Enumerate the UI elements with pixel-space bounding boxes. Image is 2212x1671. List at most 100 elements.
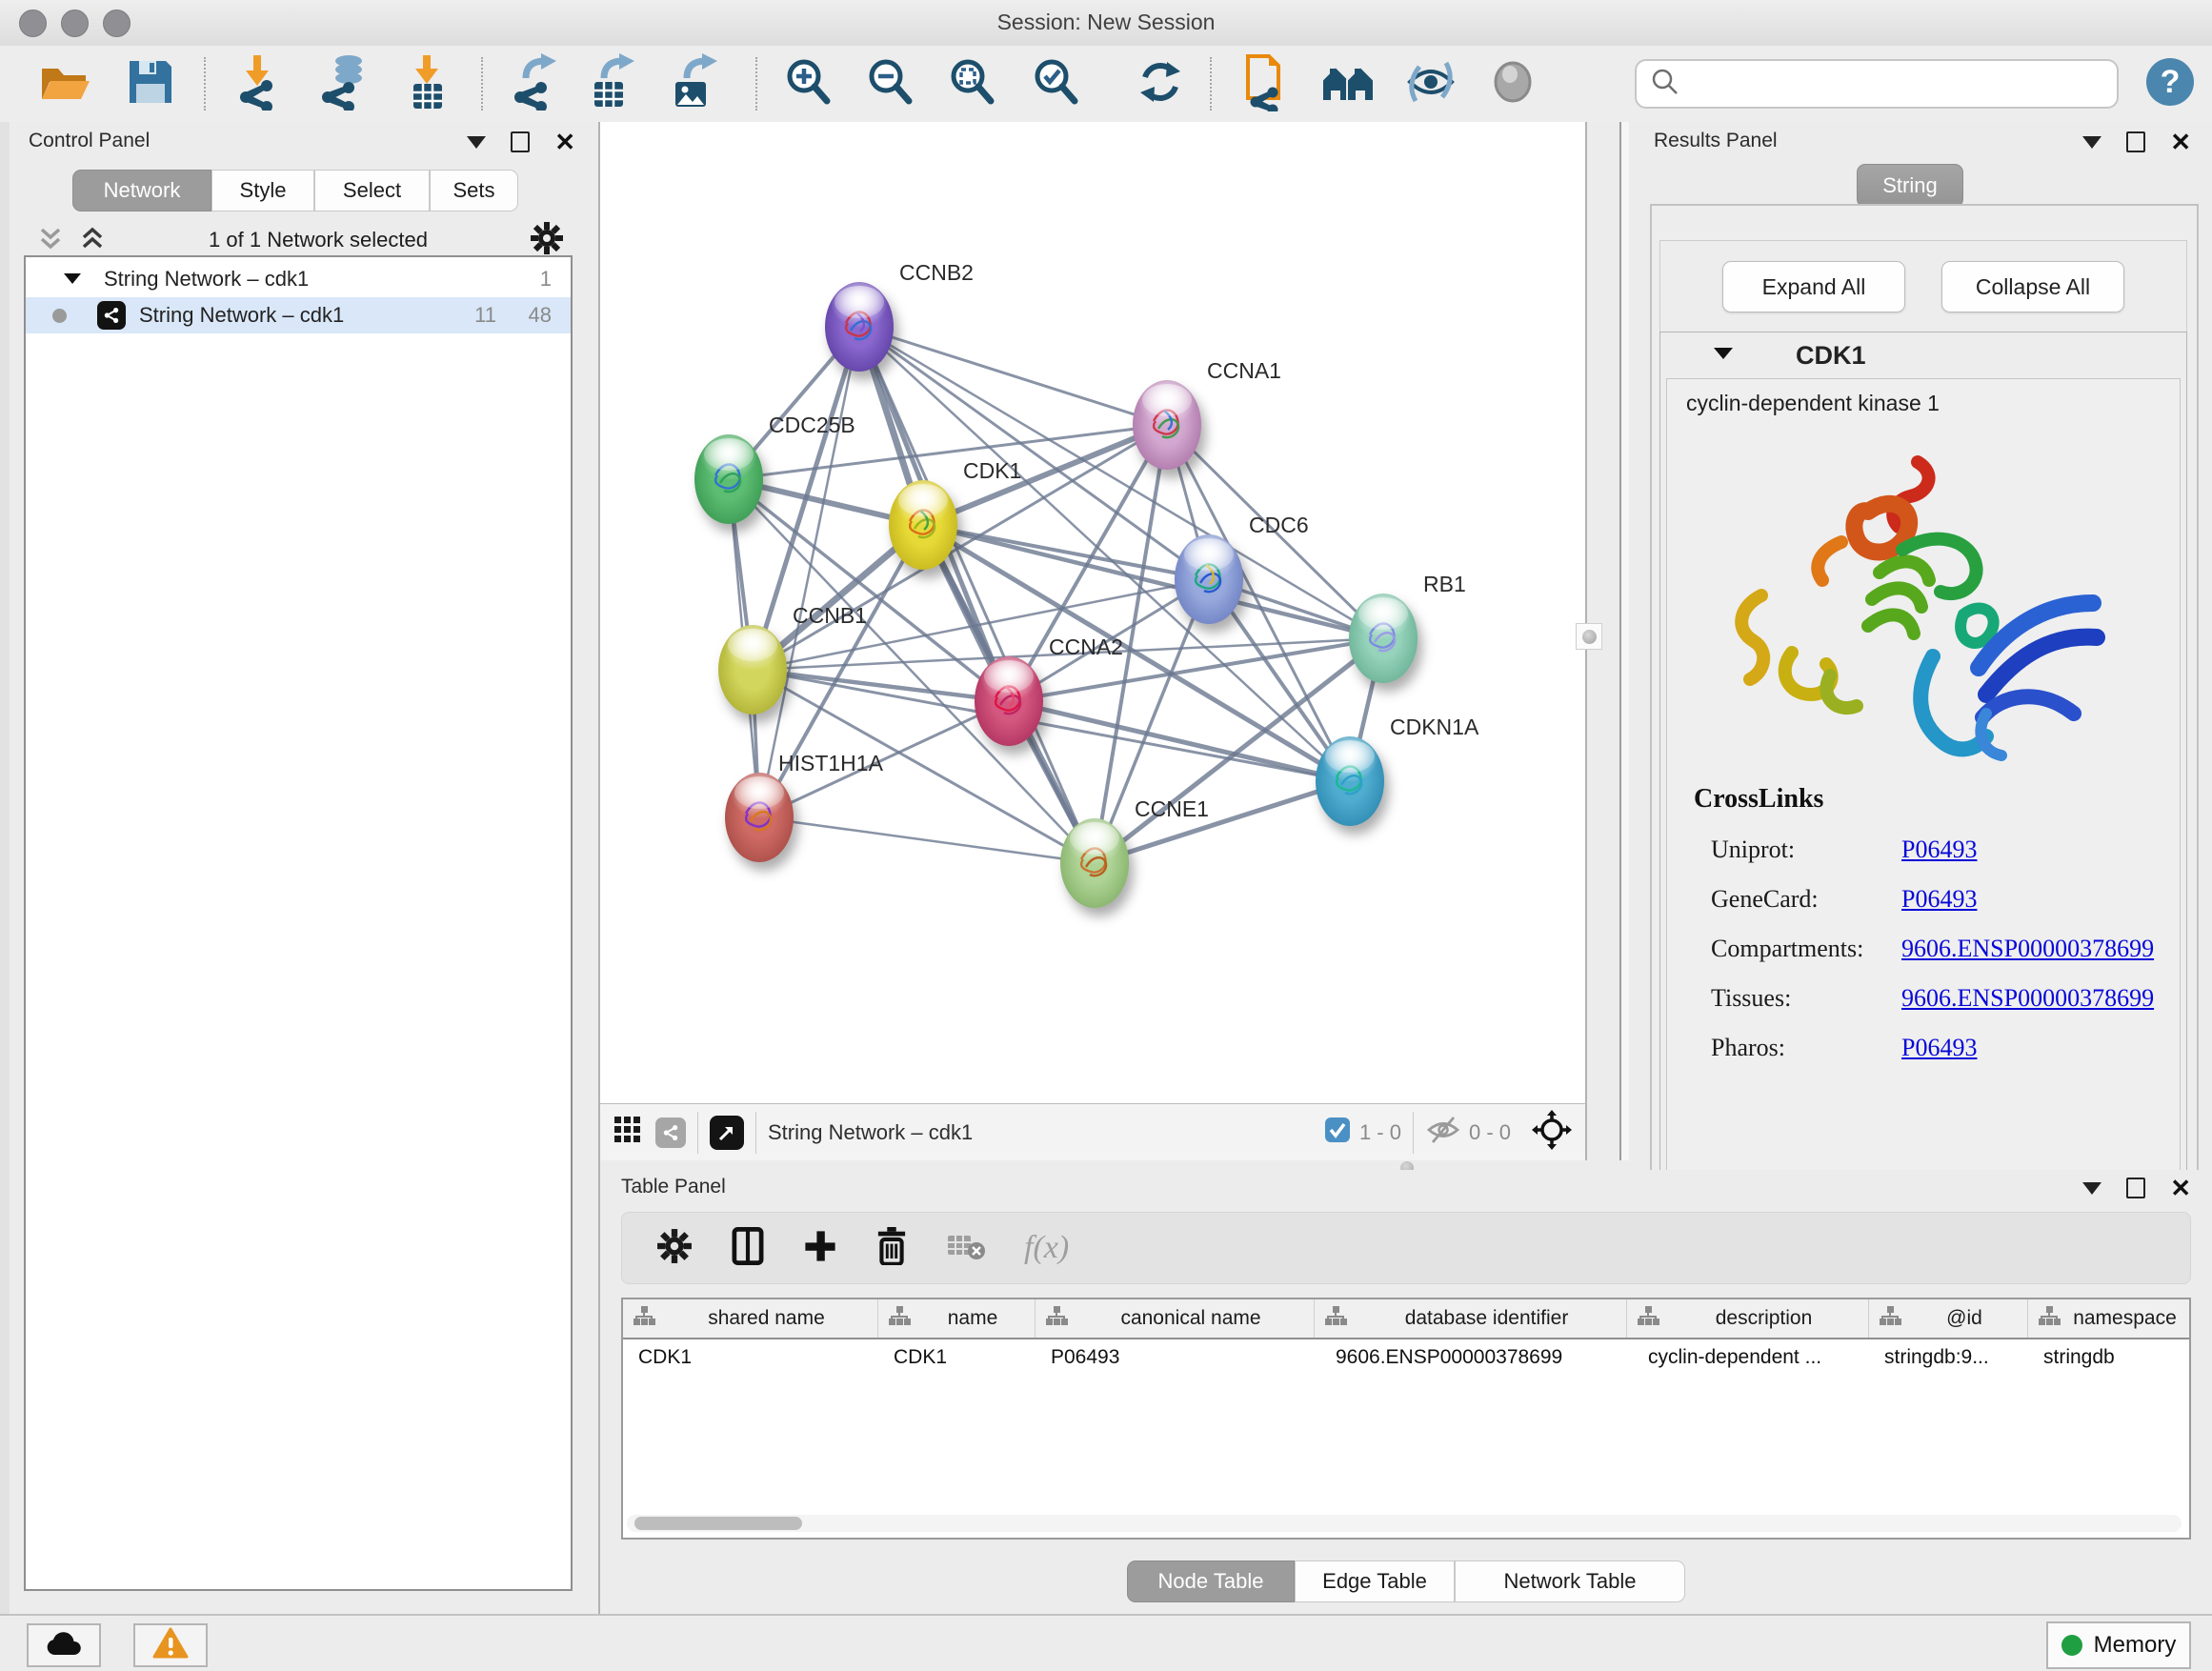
network-edge-CCNB1-CCNA2[interactable] — [753, 670, 1009, 701]
network-edge-CCNB2-CCNA1[interactable] — [859, 327, 1167, 425]
column-header-shared-name[interactable]: shared name — [623, 1299, 878, 1338]
home-button[interactable] — [1318, 53, 1379, 114]
panel-menu-icon[interactable] — [2082, 1182, 2101, 1195]
network-node-RB1[interactable] — [1349, 594, 1418, 683]
hide-panels-button[interactable] — [1400, 53, 1461, 114]
tab-network[interactable]: Network — [72, 170, 211, 211]
table-horizontal-scrollbar[interactable] — [627, 1515, 2182, 1532]
refresh-button[interactable] — [1130, 53, 1191, 114]
import-network-button[interactable] — [229, 53, 290, 114]
panel-float-icon[interactable] — [2126, 131, 2145, 152]
crosslink-uniprot[interactable]: P06493 — [1901, 836, 1977, 864]
network-canvas[interactable]: CCNB2CCNA1CDC25BCDK1CDC6RB1CCNB1CCNA2CDK… — [600, 122, 1587, 1103]
column-header-id[interactable]: @id — [1869, 1299, 2028, 1338]
new-network-from-file-button[interactable] — [1237, 53, 1297, 114]
help-button[interactable]: ? — [2140, 53, 2201, 114]
tab-network-table[interactable]: Network Table — [1455, 1560, 1685, 1602]
grid-view-icon[interactable] — [613, 1116, 642, 1149]
panel-menu-icon[interactable] — [2082, 136, 2101, 149]
network-node-CCNB1[interactable] — [718, 625, 787, 715]
column-header-name[interactable]: name — [878, 1299, 1036, 1338]
crosslink-genecard[interactable]: P06493 — [1901, 885, 1977, 914]
search-input[interactable] — [1688, 71, 2117, 96]
zoom-selected-button[interactable] — [1025, 53, 1086, 114]
network-edge-CCNB2-CCNE1[interactable] — [859, 327, 1095, 863]
cell-name[interactable]: CDK1 — [878, 1339, 1036, 1378]
zoom-in-button[interactable] — [777, 53, 838, 114]
delete-table-icon[interactable] — [946, 1230, 986, 1267]
panel-float-icon[interactable] — [2126, 1178, 2145, 1198]
network-node-HIST1H1A[interactable] — [725, 773, 794, 862]
network-node-CDC25B[interactable] — [694, 434, 763, 524]
cell-shared-name[interactable]: CDK1 — [623, 1339, 878, 1378]
zoom-out-button[interactable] — [859, 53, 920, 114]
cell-database-identifier[interactable]: 9606.ENSP00000378699 — [1315, 1339, 1627, 1378]
entry-collapse-icon[interactable] — [1712, 345, 1735, 366]
network-edge-CCNB2-RB1[interactable] — [859, 327, 1383, 638]
panel-close-icon[interactable]: ✕ — [554, 132, 575, 151]
cell-description[interactable]: cyclin-dependent ... — [1627, 1339, 1869, 1378]
show-columns-icon[interactable] — [731, 1227, 765, 1270]
birdseye-crosshair-icon[interactable] — [1532, 1110, 1572, 1155]
network-node-CCNA2[interactable] — [975, 656, 1043, 746]
collapse-all-button[interactable]: Collapse All — [1941, 261, 2124, 312]
crosslink-compartments[interactable]: 9606.ENSP00000378699 — [1901, 935, 2154, 963]
column-header-description[interactable]: description — [1627, 1299, 1869, 1338]
network-node-CCNB2[interactable] — [825, 282, 894, 372]
export-table-button[interactable] — [581, 53, 642, 114]
network-row-selected[interactable]: String Network – cdk1 11 48 — [26, 297, 571, 333]
network-edge-CDKN1A-CCNE1[interactable] — [1095, 781, 1350, 863]
crosslink-tissues[interactable]: 9606.ENSP00000378699 — [1901, 984, 2154, 1013]
table-settings-gear-icon[interactable] — [656, 1228, 693, 1269]
function-builder-icon[interactable]: f(x) — [1024, 1230, 1069, 1266]
selected-checkbox-icon[interactable] — [1323, 1116, 1352, 1149]
scrollbar-thumb[interactable] — [634, 1517, 802, 1530]
export-image-button[interactable] — [662, 53, 723, 114]
column-header-namespace[interactable]: namespace — [2028, 1299, 2189, 1338]
network-node-CDKN1A[interactable] — [1316, 736, 1384, 826]
cell-id[interactable]: stringdb:9... — [1869, 1339, 2028, 1378]
import-table-button[interactable] — [396, 53, 457, 114]
table-row[interactable]: CDK1 CDK1 P06493 9606.ENSP00000378699 cy… — [623, 1339, 2189, 1378]
expand-all-networks-icon[interactable] — [78, 224, 107, 257]
show-panels-button[interactable] — [1482, 53, 1543, 114]
collapse-all-networks-icon[interactable] — [36, 224, 65, 257]
network-collection-row[interactable]: String Network – cdk1 1 — [26, 261, 571, 297]
network-node-CDK1[interactable] — [889, 480, 957, 570]
panel-menu-icon[interactable] — [467, 136, 486, 149]
column-header-database-identifier[interactable]: database identifier — [1315, 1299, 1627, 1338]
open-session-button[interactable] — [34, 53, 95, 114]
zoom-fit-button[interactable] — [941, 53, 1002, 114]
tab-string[interactable]: String — [1857, 164, 1963, 208]
tab-edge-table[interactable]: Edge Table — [1295, 1560, 1455, 1602]
network-share-icon[interactable] — [655, 1117, 686, 1148]
network-node-CCNA1[interactable] — [1133, 380, 1201, 470]
hidden-eye-icon[interactable] — [1425, 1116, 1461, 1149]
crosslink-pharos[interactable]: P06493 — [1901, 1034, 1977, 1062]
tab-sets[interactable]: Sets — [430, 170, 518, 211]
tree-expand-icon[interactable] — [62, 267, 83, 292]
memory-button[interactable]: Memory — [2046, 1621, 2191, 1669]
warnings-button[interactable] — [133, 1623, 208, 1667]
save-session-button[interactable] — [120, 53, 181, 114]
cell-canonical-name[interactable]: P06493 — [1036, 1339, 1315, 1378]
splitter-handle[interactable] — [1576, 623, 1602, 650]
tab-style[interactable]: Style — [211, 170, 314, 211]
open-in-window-icon[interactable] — [710, 1116, 744, 1150]
panel-float-icon[interactable] — [511, 131, 530, 152]
import-database-button[interactable] — [312, 53, 373, 114]
network-edge-HIST1H1A-CCNE1[interactable] — [759, 817, 1095, 863]
add-column-icon[interactable] — [803, 1229, 837, 1268]
panel-close-icon[interactable]: ✕ — [2170, 132, 2191, 151]
cloud-status-button[interactable] — [27, 1623, 101, 1667]
tab-select[interactable]: Select — [314, 170, 430, 211]
network-edge-CCNA2-CDKN1A[interactable] — [1009, 701, 1350, 781]
column-header-canonical-name[interactable]: canonical name — [1036, 1299, 1315, 1338]
panel-close-icon[interactable]: ✕ — [2170, 1178, 2191, 1198]
cell-namespace[interactable]: stringdb — [2028, 1339, 2189, 1378]
network-node-CCNE1[interactable] — [1060, 818, 1129, 908]
delete-column-icon[interactable] — [875, 1227, 908, 1270]
export-network-button[interactable] — [505, 53, 566, 114]
network-options-gear-icon[interactable] — [530, 221, 564, 260]
expand-all-button[interactable]: Expand All — [1722, 261, 1905, 312]
